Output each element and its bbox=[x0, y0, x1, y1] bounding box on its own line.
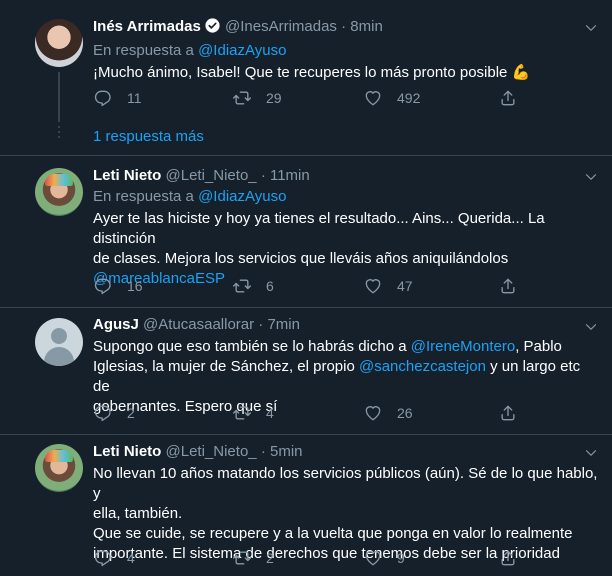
share-button[interactable] bbox=[498, 548, 532, 568]
reply-count: 4 bbox=[127, 550, 135, 566]
reply-count: 11 bbox=[127, 90, 142, 106]
tweet-text-content: Supongo que eso también se lo habrás dic… bbox=[93, 338, 411, 355]
retweet-button[interactable]: 4 bbox=[232, 403, 274, 423]
reply-icon bbox=[93, 403, 113, 423]
separator: · bbox=[260, 167, 266, 184]
show-more-replies-link[interactable]: 1 respuesta más bbox=[93, 128, 204, 145]
share-button[interactable] bbox=[498, 403, 532, 423]
author-name[interactable]: Inés Arrimadas bbox=[93, 18, 201, 35]
author-name[interactable]: Leti Nieto bbox=[93, 443, 161, 460]
tweet-text-line: No llevan 10 años matando los servicios … bbox=[93, 465, 598, 502]
separator: · bbox=[258, 316, 264, 333]
avatar[interactable] bbox=[35, 444, 83, 492]
tweet-body: Leti Nieto @Leti_Nieto_ · 5min No llevan… bbox=[93, 442, 600, 564]
avatar[interactable] bbox=[35, 168, 83, 216]
like-button[interactable]: 47 bbox=[363, 276, 413, 296]
retweet-button[interactable]: 2 bbox=[232, 548, 274, 568]
like-button[interactable]: 492 bbox=[363, 88, 420, 108]
verified-badge-icon bbox=[204, 17, 221, 40]
like-count: 492 bbox=[397, 90, 421, 106]
tweet-text-line: ella, también. bbox=[93, 505, 183, 522]
tweet-text-content: Iglesias, la mujer de Sánchez, el propio bbox=[93, 358, 359, 375]
heart-icon bbox=[363, 548, 383, 568]
thread-line bbox=[58, 72, 60, 122]
flexed-biceps-emoji: 💪 bbox=[511, 64, 531, 81]
reply-mention-link[interactable]: @IdiazAyuso bbox=[198, 42, 286, 59]
heart-icon bbox=[363, 88, 383, 108]
timestamp[interactable]: 7min bbox=[267, 316, 300, 333]
author-handle[interactable]: @InesArrimadas bbox=[225, 18, 337, 35]
retweet-button[interactable]: 29 bbox=[232, 88, 282, 108]
tweet-body: Leti Nieto @Leti_Nieto_ · 11min En respu… bbox=[93, 166, 600, 289]
retweet-icon bbox=[232, 403, 252, 423]
tweet-text-content: , Pablo bbox=[515, 338, 562, 355]
tweet-body: AgusJ @Atucasaallorar · 7min Supongo que… bbox=[93, 315, 600, 417]
like-count: 47 bbox=[397, 278, 413, 294]
share-button[interactable] bbox=[498, 88, 532, 108]
share-button[interactable] bbox=[498, 276, 532, 296]
reply-context: En respuesta a @IdiazAyuso bbox=[93, 187, 600, 207]
reply-button[interactable]: 2 bbox=[93, 403, 135, 423]
retweet-icon bbox=[232, 88, 252, 108]
divider bbox=[0, 434, 612, 435]
reply-icon bbox=[93, 88, 113, 108]
reply-button[interactable]: 4 bbox=[93, 548, 135, 568]
mention-link[interactable]: @sanchezcastejon bbox=[359, 358, 486, 375]
reply-mention-link[interactable]: @IdiazAyuso bbox=[198, 188, 286, 205]
thread-dots bbox=[58, 126, 60, 141]
share-icon bbox=[498, 276, 518, 296]
tweet-text-line: Ayer te las hiciste y hoy ya tienes el r… bbox=[93, 210, 545, 247]
tweet-text-content: ¡Mucho ánimo, Isabel! Que te recuperes l… bbox=[93, 64, 508, 81]
author-name[interactable]: AgusJ bbox=[93, 316, 139, 333]
reply-prefix: En respuesta a bbox=[93, 188, 194, 205]
retweet-button[interactable]: 6 bbox=[232, 276, 274, 296]
divider bbox=[0, 307, 612, 308]
like-count: 26 bbox=[397, 405, 413, 421]
reply-prefix: En respuesta a bbox=[93, 42, 194, 59]
tweet-body: Inés Arrimadas @InesArrimadas · 8min En … bbox=[93, 17, 600, 83]
retweet-count: 2 bbox=[266, 550, 274, 566]
divider bbox=[0, 155, 612, 156]
heart-icon bbox=[363, 403, 383, 423]
separator: · bbox=[260, 443, 266, 460]
author-handle[interactable]: @Leti_Nieto_ bbox=[166, 443, 257, 460]
reply-icon bbox=[93, 276, 113, 296]
action-bar: 4 2 9 bbox=[93, 548, 523, 568]
heart-icon bbox=[363, 276, 383, 296]
reply-button[interactable]: 16 bbox=[93, 276, 143, 296]
share-icon bbox=[498, 548, 518, 568]
like-button[interactable]: 9 bbox=[363, 548, 405, 568]
retweet-count: 29 bbox=[266, 90, 282, 106]
timestamp[interactable]: 5min bbox=[270, 443, 303, 460]
retweet-count: 6 bbox=[266, 278, 274, 294]
share-icon bbox=[498, 88, 518, 108]
timestamp[interactable]: 11min bbox=[270, 167, 310, 184]
retweet-count: 4 bbox=[266, 405, 274, 421]
like-button[interactable]: 26 bbox=[363, 403, 413, 423]
action-bar: 11 29 492 bbox=[93, 88, 523, 108]
retweet-icon bbox=[232, 276, 252, 296]
like-count: 9 bbox=[397, 550, 405, 566]
action-bar: 2 4 26 bbox=[93, 403, 523, 423]
mention-link[interactable]: @IreneMontero bbox=[411, 338, 515, 355]
reply-context: En respuesta a @IdiazAyuso bbox=[93, 41, 600, 61]
retweet-icon bbox=[232, 548, 252, 568]
author-handle[interactable]: @Leti_Nieto_ bbox=[166, 167, 257, 184]
avatar[interactable] bbox=[35, 318, 83, 366]
reply-icon bbox=[93, 548, 113, 568]
reply-count: 2 bbox=[127, 405, 135, 421]
tweet-text-line: Que se cuide, se recupere y a la vuelta … bbox=[93, 525, 573, 542]
share-icon bbox=[498, 403, 518, 423]
timestamp[interactable]: 8min bbox=[350, 18, 383, 35]
avatar[interactable] bbox=[35, 19, 83, 67]
tweet-text-line: de clases. Mejora los servicios que llev… bbox=[93, 250, 509, 267]
reply-button[interactable]: 11 bbox=[93, 88, 142, 108]
tweet-text: ¡Mucho ánimo, Isabel! Que te recuperes l… bbox=[93, 63, 600, 83]
separator: · bbox=[341, 18, 347, 35]
action-bar: 16 6 47 bbox=[93, 276, 523, 296]
author-name[interactable]: Leti Nieto bbox=[93, 167, 161, 184]
author-handle[interactable]: @Atucasaallorar bbox=[143, 316, 254, 333]
reply-count: 16 bbox=[127, 278, 143, 294]
